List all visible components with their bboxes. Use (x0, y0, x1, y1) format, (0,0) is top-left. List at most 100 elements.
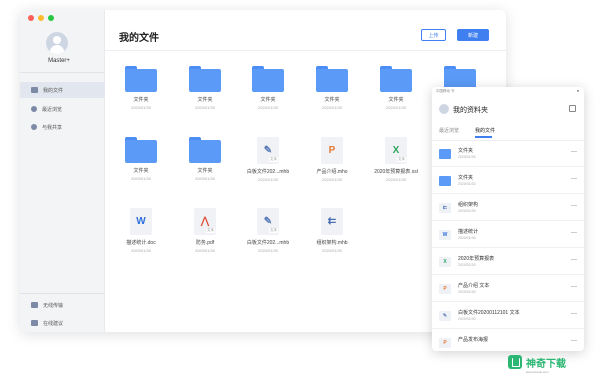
file-name: 文件夹 (133, 97, 149, 103)
file-glyph: ✎ (263, 145, 273, 156)
folder-item[interactable]: 文件夹 2020/01/30 (307, 66, 357, 110)
folder-item[interactable]: 文件夹 2020/01/30 (180, 137, 230, 181)
file-name: 防务.pdf (195, 240, 215, 246)
file-date: 2020/01/30 (130, 176, 152, 181)
more-icon[interactable] (571, 178, 577, 179)
file-name: 描述统计.doc (126, 240, 156, 246)
list-item-name: 产品发布海报 (458, 337, 489, 343)
list-item[interactable]: X 2020年预算报表 2020/01/30 (432, 249, 584, 275)
file-date: 2020/01/30 (257, 177, 279, 182)
file-date: 2020/01/30 (321, 177, 343, 182)
phone-title: 我的资料夹 (453, 107, 488, 114)
feedback-icon (31, 320, 38, 326)
username: Master+ (48, 58, 70, 64)
list-item[interactable]: ✎ 白板文件20200112101 文本 2020/01/30 (432, 303, 584, 329)
file-date: 2020/01/30 (257, 248, 279, 253)
folder-icon (31, 87, 38, 93)
folder-item[interactable]: 文件夹 2020/01/30 (116, 66, 166, 110)
more-icon[interactable] (571, 232, 577, 233)
folder-item[interactable]: 文件夹 2020/01/30 (180, 66, 230, 110)
list-item[interactable]: P 产品介绍 文本 2020/01/30 (432, 276, 584, 302)
list-item[interactable]: ⇇ 组织架构 2020/01/30 (432, 195, 584, 221)
file-icon: W (439, 230, 451, 240)
folder-icon (439, 176, 451, 186)
sidebar-item-shared[interactable]: 与我共享 (20, 119, 105, 135)
file-item[interactable]: P 产品介绍.mho 2020/01/30 (307, 137, 357, 182)
watermark: 神奇下载 www.shenqi.com (508, 348, 594, 376)
more-icon[interactable] (571, 151, 577, 152)
new-button[interactable]: 新建 (457, 29, 489, 41)
file-date: 2020/01/30 (130, 105, 152, 110)
more-icon[interactable] (571, 313, 577, 314)
page-title: 我的文件 (119, 33, 159, 44)
file-icon: ⇇ (439, 203, 451, 213)
more-icon[interactable] (571, 340, 577, 341)
file-item[interactable]: ⋀ 文本 防务.pdf 2020/01/30 (180, 208, 230, 253)
list-item-date: 2020/01/30 (458, 290, 476, 294)
file-glyph: ⋀ (200, 216, 210, 227)
xls-file-icon: X 文本 (385, 137, 407, 164)
close-window-button[interactable] (28, 15, 34, 21)
list-item-date: 2020/01/30 (458, 236, 476, 240)
file-name: 组织架构.mhb (316, 240, 348, 246)
file-glyph: P (328, 145, 336, 156)
file-glyph: ✎ (263, 216, 273, 227)
sidebar-item-label: 与我共享 (42, 124, 63, 131)
active-tab-indicator (475, 136, 492, 138)
file-item[interactable]: W 描述统计.doc 2020/01/30 (116, 208, 166, 253)
file-icon: ✎ (439, 311, 451, 321)
whiteboard-file-icon: ✎ 文本 (257, 208, 279, 235)
doc-file-icon: W (130, 208, 152, 235)
file-tag: 文本 (269, 228, 278, 233)
file-item[interactable]: ✎ 文本白板文件202...mhb 2020/01/30 (243, 137, 293, 182)
file-name: 白板文件202...mhb (246, 240, 290, 246)
header-divider (105, 50, 506, 51)
sidebar-item-recent[interactable]: 最近浏览 (20, 101, 105, 117)
avatar[interactable] (46, 32, 68, 54)
tab-recent[interactable]: 最近浏览 (439, 127, 459, 134)
file-name: 文件夹 (197, 168, 213, 174)
folder-item[interactable]: 文件夹 2020/01/30 (371, 66, 421, 110)
sidebar: Master+ 我的文件 最近浏览 与我共享 无线传输 在线建议 (20, 10, 105, 332)
file-glyph: W (136, 216, 146, 227)
sidebar-divider (20, 72, 105, 73)
file-tag: 文本 (206, 228, 215, 233)
more-icon[interactable] (571, 259, 577, 260)
sidebar-item-wireless[interactable]: 无线传输 (20, 297, 105, 313)
more-icon[interactable] (571, 205, 577, 206)
folder-icon (125, 137, 157, 163)
list-item[interactable]: W 描述统计 2020/01/30 (432, 222, 584, 248)
folder-icon (189, 137, 221, 163)
menu-icon[interactable] (569, 105, 576, 112)
folder-item[interactable]: 文件夹 2020/01/30 (116, 137, 166, 181)
mind-file-icon: ⇇ (321, 208, 343, 235)
watermark-subtext: www.shenqi.com (526, 370, 549, 374)
list-item-name: 产品介绍 文本 (458, 283, 490, 289)
file-name: 文件夹 (388, 97, 404, 103)
upload-button[interactable]: 上传 (421, 29, 446, 41)
watermark-logo-icon (508, 355, 522, 369)
file-item[interactable]: ⇇ 组织架构.mhb 2020/01/30 (307, 208, 357, 253)
file-item[interactable]: X 文本 2020年预算报表.xsl 2020/01/30 (371, 137, 421, 182)
maximize-window-button[interactable] (48, 15, 54, 21)
file-name: 2020年预算报表.xsl (374, 169, 418, 175)
file-name: 文件夹 (324, 97, 340, 103)
folder-icon (439, 149, 451, 159)
tab-my-files[interactable]: 我的文件 (475, 127, 495, 134)
sidebar-item-label: 在线建议 (43, 320, 64, 327)
avatar[interactable] (439, 104, 449, 114)
file-date: 2020/01/30 (321, 248, 343, 253)
more-icon[interactable] (571, 286, 577, 287)
folder-item[interactable]: 文件夹 2020/01/30 (243, 66, 293, 110)
list-item[interactable]: 文件夹 2020/01/30 (432, 141, 584, 167)
sidebar-item-feedback[interactable]: 在线建议 (20, 315, 105, 331)
list-item-name: 文件夹 (458, 175, 474, 181)
file-tag: 文本 (269, 157, 278, 162)
folder-icon (380, 66, 412, 92)
file-item[interactable]: ✎ 文本白板文件202...mhb 2020/01/30 (243, 208, 293, 253)
minimize-window-button[interactable] (38, 15, 44, 21)
sidebar-item-my-files[interactable]: 我的文件 (20, 82, 105, 98)
list-item[interactable]: 文件夹 2020/01/30 (432, 168, 584, 194)
list-item-date: 2020/01/30 (458, 263, 476, 267)
file-name: 白板文件202...mhb (246, 169, 290, 175)
